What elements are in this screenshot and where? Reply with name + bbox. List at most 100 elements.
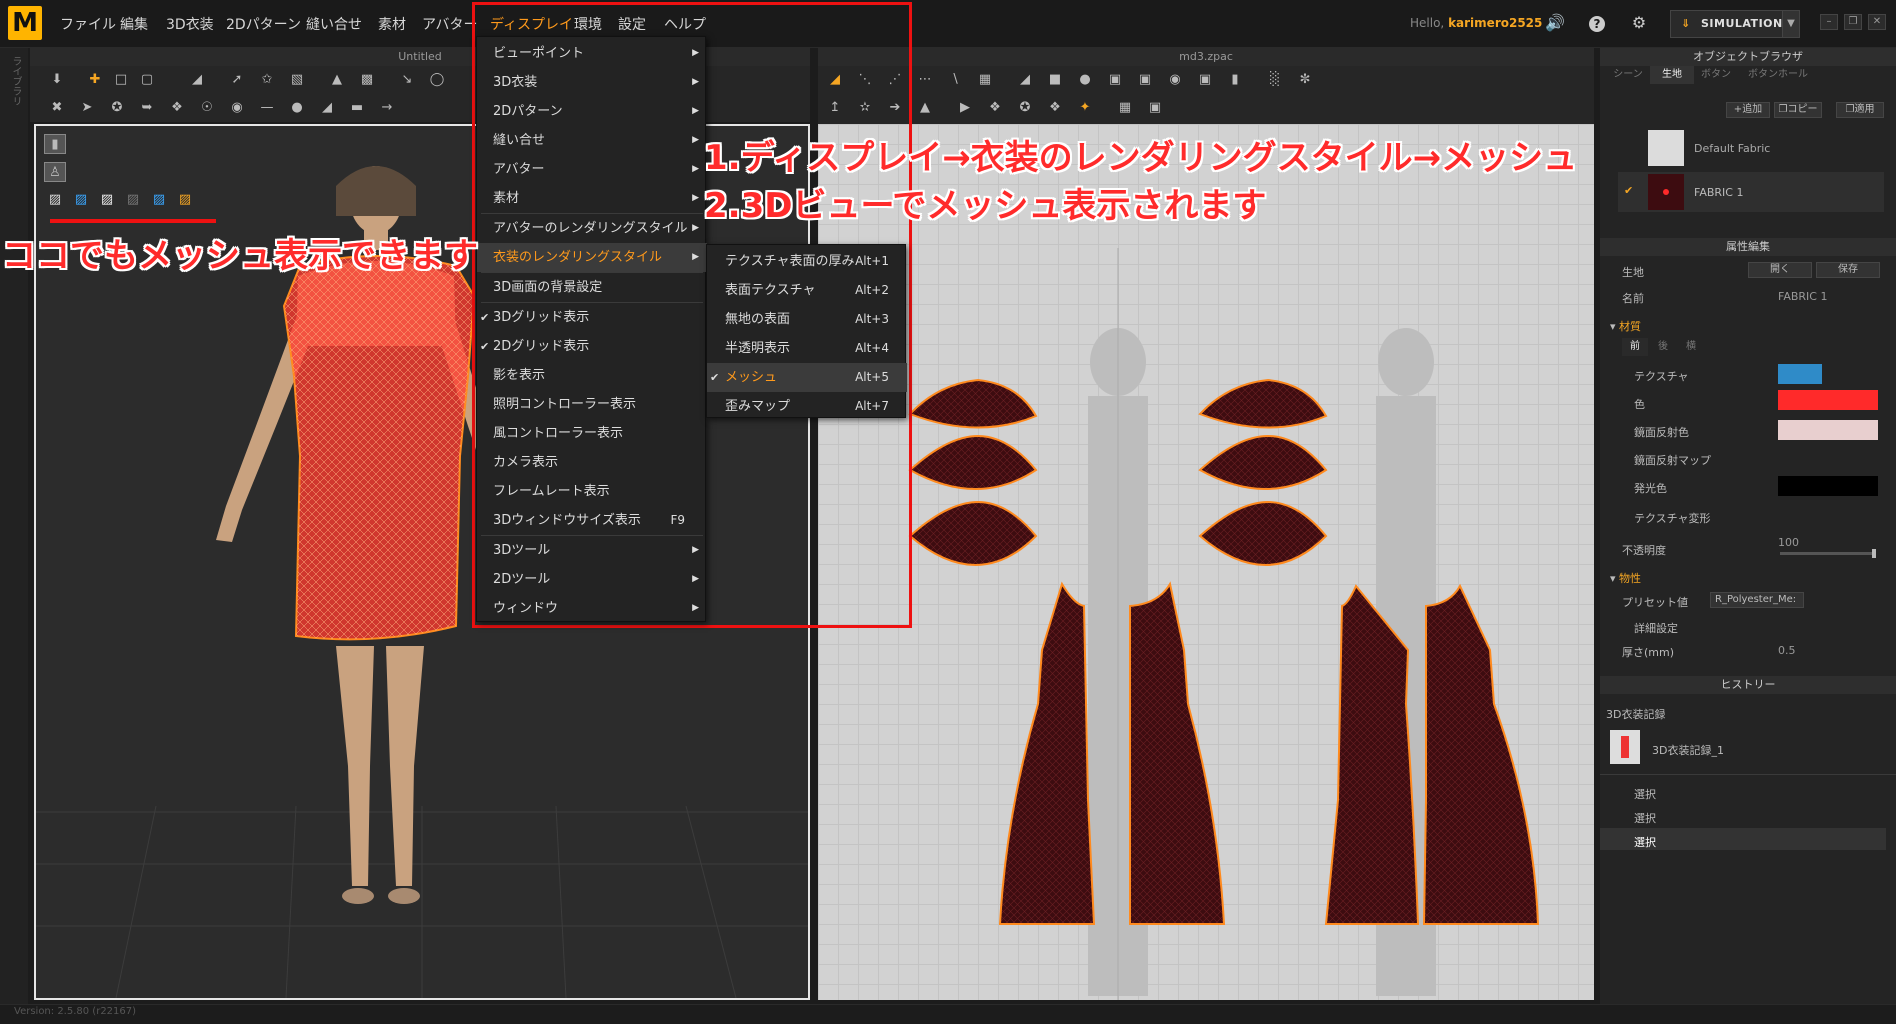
display-menu-item[interactable]: 風コントローラー表示 [477,419,707,448]
preset-dropdown[interactable]: R_Polyester_Me: [1710,592,1804,608]
select-move-icon[interactable]: ✚ [84,70,106,90]
strengthen-icon[interactable]: ✪ [106,98,128,118]
segment-sewing-icon[interactable]: ░ [1264,70,1286,90]
view2d-canvas[interactable] [818,124,1594,1000]
restore-button[interactable]: ❐ [1844,14,1862,30]
display-menu-item[interactable]: 照明コントローラー表示 [477,390,707,419]
apply-fabric-button[interactable]: ❐適用 [1836,102,1884,118]
render-style-item[interactable]: 半透明表示 Alt+4 [707,334,907,363]
shape-icon[interactable]: ◢ [1014,70,1036,90]
emission-swatch[interactable] [1778,476,1878,496]
save-button[interactable]: 保存 [1816,262,1880,278]
free-sewing-icon[interactable]: ✼ [1294,70,1316,90]
render-style-item[interactable]: テクスチャ表面の厚み Alt+1 [707,247,907,276]
zipper-icon[interactable]: ❖ [166,98,188,118]
fold-down-icon[interactable]: ◢ [316,98,338,118]
display-menu-item[interactable]: 3D画面の背景設定 [477,273,707,302]
display-menu-item[interactable]: 素材 ▶ [477,184,707,213]
display-menu-item[interactable]: 影を表示 [477,361,707,390]
vest-icon[interactable]: ▩ [356,70,378,90]
split-icon[interactable]: ▣ [1144,98,1166,118]
rectangle-icon[interactable]: ■ [1044,70,1066,90]
render-style-item[interactable]: ✔ メッシュ Alt+5 [707,363,907,392]
topstitch-icon[interactable]: ● [286,98,308,118]
display-menu-item[interactable]: 衣装のレンダリングスタイル ▶ [477,243,707,272]
render-style-item[interactable]: 表面テクスチャ Alt+2 [707,276,907,305]
sew-icon[interactable]: ▶ [954,98,976,118]
specular-swatch[interactable] [1778,420,1878,440]
star-icon[interactable]: ❖ [1044,98,1066,118]
simulation-dropdown[interactable]: ▼ [1782,10,1800,38]
tab-fabric[interactable]: 生地 [1650,66,1694,84]
shirt-icon[interactable]: ▲ [326,70,348,90]
stitch-icon[interactable]: ❖ [984,98,1006,118]
internal-polygon-icon[interactable]: ▣ [1104,70,1126,90]
help-icon[interactable]: ? [1586,12,1608,34]
cursor-icon[interactable]: ➥ [136,98,158,118]
display-menu-item[interactable]: 2Dツール ▶ [477,565,707,594]
avatar-settings-icon[interactable]: ⚙ [1628,12,1650,34]
lasso-icon[interactable]: ◯ [426,70,448,90]
material-tab-side[interactable]: 横 [1678,338,1704,356]
menu-2d-pattern[interactable]: 2Dパターン [226,14,301,34]
tab-scene[interactable]: シーン [1606,66,1650,84]
menu-material[interactable]: 素材 [378,14,406,34]
display-menu-item[interactable]: ✔ 3Dグリッド表示 [477,303,707,332]
close-button[interactable]: ✕ [1868,14,1886,30]
walk-icon[interactable]: ✖ [46,98,68,118]
pin-icon[interactable]: ➤ [76,98,98,118]
thickness-value[interactable]: 0.5 [1778,644,1796,657]
arrow-icon[interactable]: → [376,98,398,118]
polygon-icon[interactable]: ▦ [974,70,996,90]
opacity-slider[interactable] [1780,549,1876,558]
menu-edit[interactable]: 編集 [120,14,148,34]
edit-pin-icon[interactable]: ➚ [226,70,248,90]
internal-rectangle-icon[interactable]: ▣ [1134,70,1156,90]
display-menu-item[interactable]: 3Dツール ▶ [477,536,707,565]
history-row-3[interactable]: 選択 [1634,834,1656,850]
library-strip[interactable]: ライブラリ [0,48,28,1024]
fold-arrange-icon[interactable]: ▲ [914,98,936,118]
opacity-value[interactable]: 100 [1778,536,1799,549]
display-menu-item[interactable]: フレームレート表示 [477,477,707,506]
history-entry[interactable]: 3D衣装記録_1 [1652,742,1724,758]
buttonhole-icon[interactable]: ◉ [226,98,248,118]
display-menu-item[interactable]: ✔ 2Dグリッド表示 [477,332,707,361]
tab-buttonhole[interactable]: ボタンホール [1738,66,1818,84]
display-menu-item[interactable]: カメラ表示 [477,448,707,477]
internal-circle-icon[interactable]: ◉ [1164,70,1186,90]
speaker-icon[interactable]: 🔊 [1544,12,1566,34]
mesh-select-icon[interactable]: ✦ [1074,98,1096,118]
name-value[interactable]: FABRIC 1 [1778,290,1827,303]
display-menu-item[interactable]: 3D衣装 ▶ [477,68,707,97]
dart-icon[interactable]: ▣ [1194,70,1216,90]
open-button[interactable]: 開く [1748,262,1812,278]
material-tab-front[interactable]: 前 [1622,338,1648,356]
material-tab-back[interactable]: 後 [1650,338,1676,356]
display-menu-item[interactable]: 3Dウィンドウサイズ表示 F9 [477,506,707,535]
menu-3d-garment[interactable]: 3D衣装 [166,14,214,34]
display-menu-item[interactable]: ウィンドウ ▶ [477,594,707,623]
grid-icon[interactable]: ▦ [1114,98,1136,118]
display-menu-item[interactable]: 2Dパターン ▶ [477,97,707,126]
color-swatch[interactable] [1778,390,1878,410]
display-menu-item[interactable]: アバターのレンダリングスタイル ▶ [477,214,707,243]
move-down-icon[interactable]: ⬇ [46,70,68,90]
line-icon[interactable]: — [256,98,278,118]
physical-section-toggle[interactable]: ▾ 物性 [1610,570,1641,586]
garment-icon[interactable]: ▧ [286,70,308,90]
measure-icon[interactable]: ↘ [396,70,418,90]
curve-point-icon[interactable]: ∖ [944,70,966,90]
layer-icon[interactable]: ▬ [346,98,368,118]
tuck-icon[interactable]: ✪ [1014,98,1036,118]
add-fabric-button[interactable]: +追加 [1726,102,1770,118]
history-row-1[interactable]: 選択 [1634,786,1656,802]
fabric-item-1[interactable]: FABRIC 1 [1694,186,1743,199]
add-point-icon[interactable]: ⋯ [914,70,936,90]
display-menu-item[interactable]: アバター ▶ [477,155,707,184]
history-row-2[interactable]: 選択 [1634,810,1656,826]
render-style-item[interactable]: 無地の表面 Alt+3 [707,305,907,334]
circle-icon[interactable]: ● [1074,70,1096,90]
display-menu-item[interactable]: 縫い合せ ▶ [477,126,707,155]
menu-file[interactable]: ファイル [60,14,116,34]
